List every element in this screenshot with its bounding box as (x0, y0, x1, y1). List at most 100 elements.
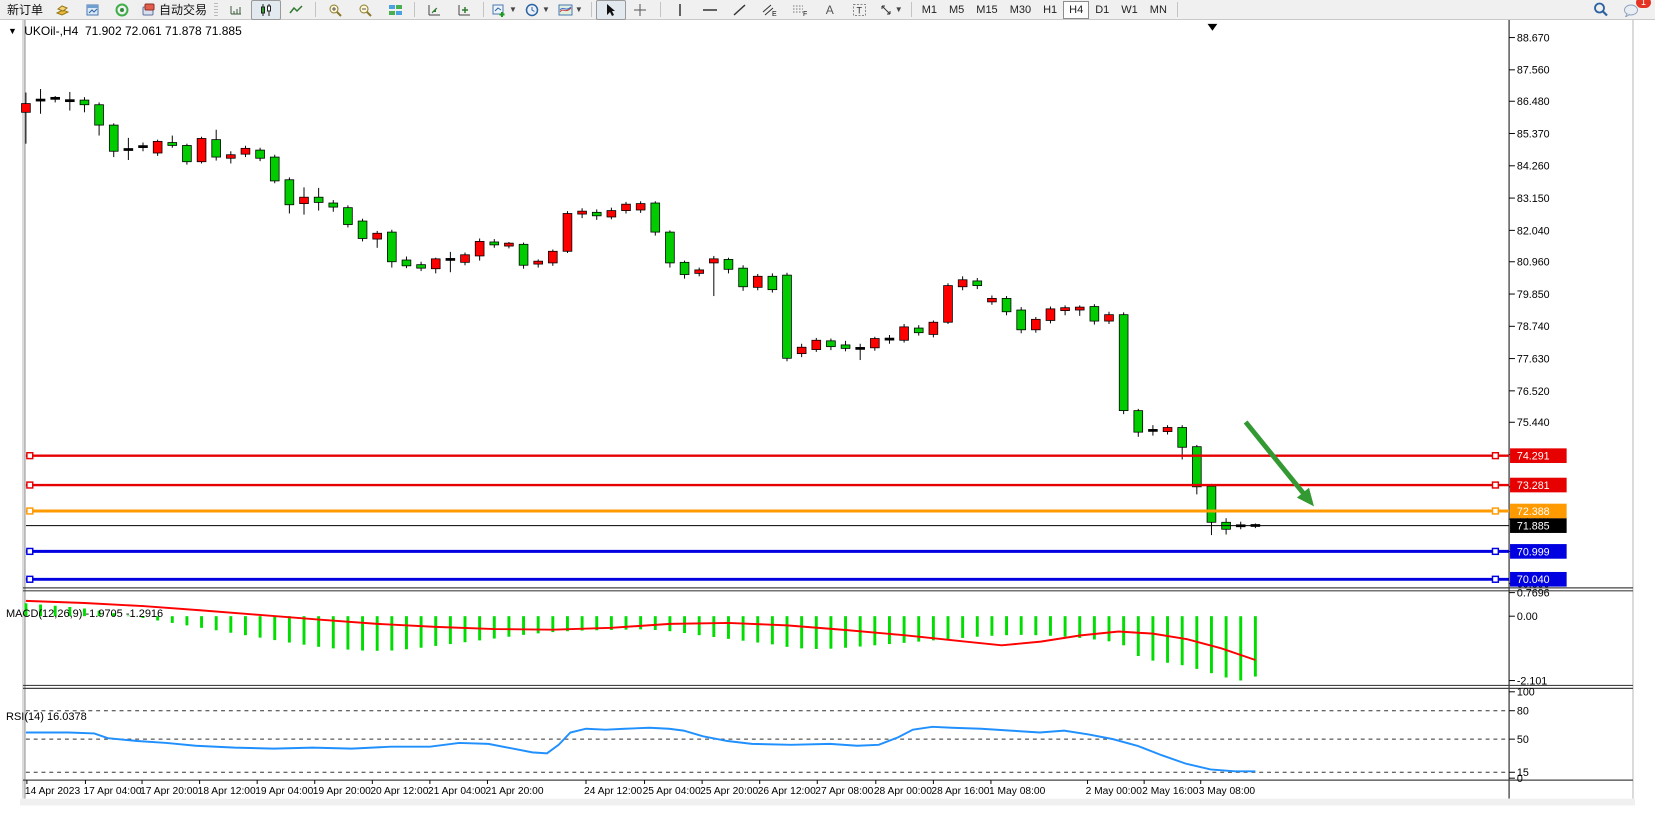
horizontal-line-icon (702, 3, 718, 17)
svg-text:100: 100 (1517, 687, 1535, 699)
history-center-button[interactable] (47, 0, 77, 20)
fibonacci-button[interactable]: F (785, 0, 815, 20)
svg-text:85.370: 85.370 (1517, 128, 1550, 140)
candle (1134, 411, 1143, 433)
toolbar-separator (414, 2, 415, 17)
autotrade-label: 自动交易 (159, 1, 207, 18)
candle (490, 242, 499, 245)
candle (51, 97, 60, 99)
equidistant-channel-button[interactable]: E (755, 0, 785, 20)
zoom-in-button[interactable] (320, 0, 350, 20)
svg-text:75.440: 75.440 (1517, 417, 1550, 429)
chart-menu-triangle-icon[interactable]: ▼ (8, 26, 17, 36)
candle (124, 149, 133, 151)
line-handle (1492, 453, 1498, 459)
candlestick-chart-button[interactable] (251, 0, 281, 20)
chart-title: ▼ UKOil-,H4 71.902 72.061 71.878 71.885 (8, 24, 242, 38)
autotrade-button[interactable]: 自动交易 (137, 1, 211, 19)
search-button[interactable] (1586, 0, 1616, 20)
svg-text:71.885: 71.885 (1517, 521, 1550, 533)
candle (607, 211, 616, 217)
chart-canvas[interactable]: 88.67087.56086.48085.37084.26083.15082.0… (0, 20, 1655, 825)
tab-timeframe-m30[interactable]: M30 (1004, 1, 1037, 19)
candle (797, 347, 806, 353)
line-handle (1492, 576, 1498, 582)
ohlc-values: 71.902 72.061 71.878 71.885 (85, 24, 242, 38)
notification-count-badge: 1 (1636, 0, 1651, 8)
svg-text:0.7696: 0.7696 (1517, 588, 1550, 600)
svg-text:-2.101: -2.101 (1517, 675, 1547, 687)
templates-button[interactable]: ▼ (554, 0, 587, 20)
tab-timeframe-d1[interactable]: D1 (1089, 1, 1115, 19)
zoom-out-button[interactable] (350, 0, 380, 20)
tab-timeframe-h1[interactable]: H1 (1037, 1, 1063, 19)
notifications-button[interactable]: 1 (1616, 0, 1646, 20)
candle (387, 232, 396, 262)
toolbar-separator (315, 2, 316, 17)
crosshair-button[interactable] (626, 0, 656, 20)
candle (80, 100, 89, 105)
cursor-button[interactable] (596, 0, 626, 20)
tab-timeframe-w1[interactable]: W1 (1115, 1, 1144, 19)
signals-button[interactable] (107, 0, 137, 20)
tab-timeframe-m1[interactable]: M1 (916, 1, 943, 19)
chevron-down-icon: ▼ (575, 5, 583, 14)
chart-background (20, 20, 1635, 805)
text-label-button[interactable]: T (845, 0, 875, 20)
candle (212, 140, 221, 157)
tab-timeframe-m5[interactable]: M5 (943, 1, 970, 19)
arrows-icon (879, 3, 893, 17)
line-chart-button[interactable] (281, 0, 311, 20)
tile-windows-button[interactable] (380, 0, 410, 20)
svg-text:21 Apr 04:00: 21 Apr 04:00 (428, 786, 486, 797)
text-tool-button[interactable]: A (815, 0, 845, 20)
tab-timeframe-m15[interactable]: M15 (970, 1, 1003, 19)
add-indicator-button[interactable]: ▼ (488, 0, 521, 20)
market-watch-icon (85, 3, 100, 17)
candle (988, 298, 997, 301)
main-toolbar: 新订单 自动交易 ▼ ▼ (0, 0, 1655, 20)
data-window-button[interactable] (449, 0, 479, 20)
candle (812, 340, 821, 349)
line-handle (27, 453, 33, 459)
svg-text:27 Apr 08:00: 27 Apr 08:00 (815, 786, 873, 797)
cursor-icon (604, 3, 617, 17)
candle (446, 258, 455, 260)
svg-text:86.480: 86.480 (1517, 96, 1550, 108)
svg-text:2 May 00:00: 2 May 00:00 (1086, 786, 1143, 797)
svg-text:74.291: 74.291 (1517, 451, 1550, 463)
svg-text:19 Apr 20:00: 19 Apr 20:00 (313, 786, 371, 797)
candle (402, 260, 411, 266)
candle (285, 180, 294, 205)
svg-text:24 Apr 12:00: 24 Apr 12:00 (584, 786, 642, 797)
candle (973, 281, 982, 286)
candle (358, 221, 367, 238)
candle (666, 232, 675, 263)
toolbar-separator (591, 2, 592, 17)
bottom-strip (20, 799, 1635, 806)
periods-button[interactable]: ▼ (521, 0, 554, 20)
svg-text:84.260: 84.260 (1517, 161, 1550, 173)
candle (22, 104, 31, 113)
candle (900, 327, 909, 340)
horizontal-line-button[interactable] (695, 0, 725, 20)
trendline-button[interactable] (725, 0, 755, 20)
toolbar-grip (214, 3, 218, 17)
search-icon (1593, 2, 1609, 17)
candle (256, 150, 265, 158)
arrows-tool-button[interactable]: ▼ (875, 0, 907, 20)
tab-timeframe-mn[interactable]: MN (1144, 1, 1173, 19)
svg-text:87.560: 87.560 (1517, 65, 1550, 77)
new-order-button[interactable]: 新订单 (3, 1, 47, 19)
tab-timeframe-h4[interactable]: H4 (1063, 1, 1089, 19)
data-window-icon (457, 3, 472, 17)
svg-text:17 Apr 04:00: 17 Apr 04:00 (83, 786, 141, 797)
vertical-line-button[interactable] (665, 0, 695, 20)
market-watch-button[interactable] (77, 0, 107, 20)
indicators-window-button[interactable] (419, 0, 449, 20)
svg-text:21 Apr 20:00: 21 Apr 20:00 (485, 786, 543, 797)
macd-signal-value: -1.2916 (126, 608, 163, 620)
candle (753, 276, 762, 287)
bar-chart-button[interactable] (221, 0, 251, 20)
candle (314, 197, 323, 202)
